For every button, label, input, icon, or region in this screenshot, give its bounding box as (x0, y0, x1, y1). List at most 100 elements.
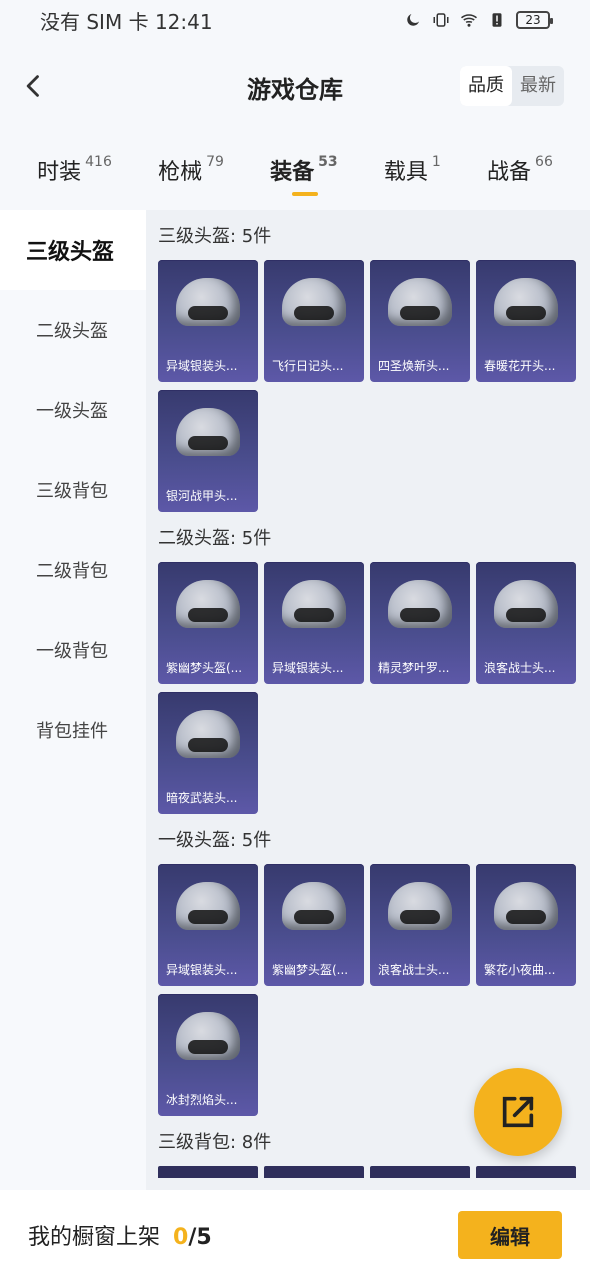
item-name: 异域银装头... (272, 661, 344, 675)
visor-icon (188, 910, 228, 924)
item-card[interactable]: 浪客战士头... (370, 864, 470, 986)
external-link-icon (502, 1096, 534, 1128)
item-card[interactable]: 紫幽梦头盔(... (158, 562, 258, 684)
sidebar-item-level1-backpack[interactable]: 一级背包 (0, 610, 146, 690)
sidebar-item-level3-backpack[interactable]: 三级背包 (0, 450, 146, 530)
peek-row (158, 1166, 576, 1178)
item-grid: 紫幽梦头盔(... 异域银装头... 精灵梦叶罗... 浪客战士头... 暗夜武… (158, 562, 576, 814)
item-name: 春暖花开头... (484, 359, 556, 373)
item-card[interactable]: 异域银装头... (158, 864, 258, 986)
item-card[interactable]: 紫幽梦头盔(... (264, 864, 364, 986)
item-card[interactable]: 异域银装头... (158, 260, 258, 382)
visor-icon (188, 436, 228, 450)
item-name: 暗夜武装头... (166, 791, 238, 805)
peek-card (370, 1166, 470, 1178)
visor-icon (400, 608, 440, 622)
item-name: 飞行日记头... (272, 359, 344, 373)
section-level3-helmet: 三级头盔: 5件 异域银装头... 飞行日记头... 四圣焕新头... 春暖花开… (146, 210, 590, 512)
tab-label: 装备 (270, 160, 315, 185)
item-card[interactable]: 浪客战士头... (476, 562, 576, 684)
item-card[interactable]: 暗夜武装头... (158, 692, 258, 814)
tab-equipment[interactable]: 装备 53 (270, 154, 338, 196)
peek-card (158, 1166, 258, 1178)
item-name: 繁花小夜曲... (484, 963, 556, 977)
item-card[interactable]: 精灵梦叶罗... (370, 562, 470, 684)
item-name: 银河战甲头... (166, 489, 238, 503)
tab-supplies[interactable]: 战备 66 (487, 154, 553, 186)
sidebar-item-level3-helmet[interactable]: 三级头盔 (0, 210, 146, 290)
visor-icon (400, 910, 440, 924)
visor-icon (294, 608, 334, 622)
visor-icon (400, 306, 440, 320)
sidebar-item-level2-backpack[interactable]: 二级背包 (0, 530, 146, 610)
edit-button[interactable]: 编辑 (458, 1211, 562, 1259)
sort-quality-button[interactable]: 品质 (460, 66, 512, 106)
visor-icon (188, 1040, 228, 1054)
bottom-bar: 我的橱窗上架 0/5 编辑 (0, 1190, 590, 1280)
sidebar-item-level1-helmet[interactable]: 一级头盔 (0, 370, 146, 450)
item-card[interactable]: 银河战甲头... (158, 390, 258, 512)
tab-count: 79 (206, 154, 224, 170)
tab-count: 1 (431, 154, 441, 170)
visor-icon (506, 608, 546, 622)
section-level2-helmet: 二级头盔: 5件 紫幽梦头盔(... 异域银装头... 精灵梦叶罗... 浪客战… (146, 512, 590, 814)
item-name: 浪客战士头... (378, 963, 450, 977)
vibrate-icon (432, 11, 450, 29)
sort-latest-button[interactable]: 最新 (512, 66, 564, 106)
carrier-text: 没有 SIM 卡 (40, 9, 149, 34)
item-name: 浪客战士头... (484, 661, 556, 675)
item-card[interactable]: 春暖花开头... (476, 260, 576, 382)
item-list: 三级头盔: 5件 异域银装头... 飞行日记头... 四圣焕新头... 春暖花开… (146, 210, 590, 1190)
status-icons: 23 (404, 11, 553, 29)
shelf-total-count: /5 (188, 1225, 212, 1250)
item-name: 冰封烈焰头... (166, 1093, 238, 1107)
visor-icon (188, 306, 228, 320)
alert-icon (488, 11, 506, 29)
item-name: 紫幽梦头盔(... (272, 963, 349, 977)
visor-icon (506, 910, 546, 924)
tab-label: 战备 (487, 160, 532, 185)
share-button[interactable] (474, 1068, 562, 1156)
peek-card (264, 1166, 364, 1178)
battery-level: 23 (525, 13, 541, 27)
visor-icon (188, 608, 228, 622)
item-name: 四圣焕新头... (378, 359, 450, 373)
item-name: 异域银装头... (166, 963, 238, 977)
tab-count: 416 (85, 154, 112, 170)
item-card[interactable]: 冰封烈焰头... (158, 994, 258, 1116)
item-grid: 异域银装头... 飞行日记头... 四圣焕新头... 春暖花开头... 银河战甲… (158, 260, 576, 512)
header: 游戏仓库 品质 最新 (0, 40, 590, 130)
tab-label: 枪械 (158, 160, 203, 185)
sidebar: 三级头盔 二级头盔 一级头盔 三级背包 二级背包 一级背包 背包挂件 (0, 210, 146, 1280)
tab-label: 时装 (37, 160, 82, 185)
sidebar-item-backpack-pendant[interactable]: 背包挂件 (0, 690, 146, 770)
peek-card (476, 1166, 576, 1178)
status-bar: 没有 SIM 卡 12:41 23 (0, 0, 590, 40)
shelf-current-count: 0 (173, 1225, 189, 1250)
time-text: 12:41 (154, 9, 213, 34)
sidebar-item-level2-helmet[interactable]: 二级头盔 (0, 290, 146, 370)
status-carrier-time: 没有 SIM 卡 12:41 (40, 6, 213, 35)
shelf-label-text: 我的橱窗上架 (28, 1225, 161, 1250)
visor-icon (294, 306, 334, 320)
category-tabs: 时装 416 枪械 79 装备 53 载具 1 战备 66 (0, 130, 590, 210)
item-card[interactable]: 四圣焕新头... (370, 260, 470, 382)
tab-count: 53 (318, 154, 338, 170)
item-card[interactable]: 异域银装头... (264, 562, 364, 684)
wifi-icon (460, 11, 478, 29)
item-name: 紫幽梦头盔(... (166, 661, 243, 675)
tab-vehicles[interactable]: 载具 1 (384, 154, 441, 186)
moon-icon (404, 11, 422, 29)
visor-icon (294, 910, 334, 924)
visor-icon (506, 306, 546, 320)
item-card[interactable]: 飞行日记头... (264, 260, 364, 382)
tab-count: 66 (535, 154, 553, 170)
tab-weapons[interactable]: 枪械 79 (158, 154, 224, 186)
shelf-status: 我的橱窗上架 0/5 (28, 1219, 212, 1251)
visor-icon (188, 738, 228, 752)
tab-fashion[interactable]: 时装 416 (37, 154, 112, 186)
item-name: 异域银装头... (166, 359, 238, 373)
sort-toggle: 品质 最新 (460, 66, 564, 106)
section-title: 三级头盔: 5件 (158, 226, 272, 247)
item-card[interactable]: 繁花小夜曲... (476, 864, 576, 986)
